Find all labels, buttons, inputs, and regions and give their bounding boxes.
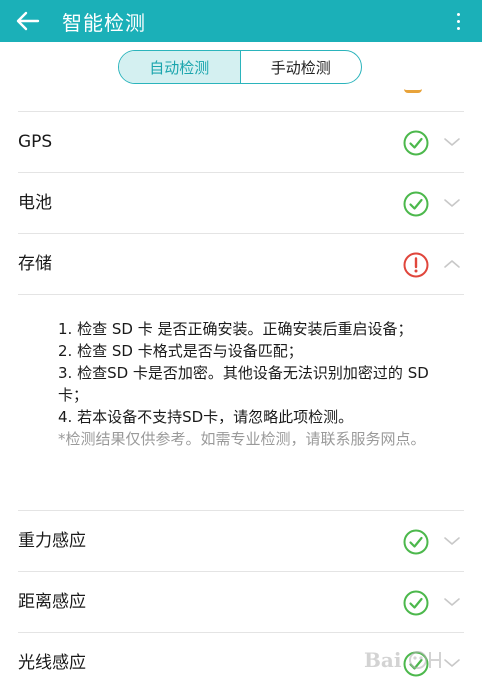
back-arrow-icon <box>16 11 40 31</box>
item-label: 光线感应 <box>18 653 86 673</box>
svg-text:Bai: Bai <box>364 648 402 672</box>
check-circle-icon <box>403 130 429 156</box>
watermark-logo: Bai <box>364 648 441 672</box>
detection-mode-tabs: 自动检测 手动检测 <box>118 50 362 84</box>
storage-detail-panel: 1. 检查 SD 卡 是否正确安装。正确安装后重启设备； 2. 检查 SD 卡格… <box>58 318 460 450</box>
detail-line: 2. 检查 SD 卡格式是否与设备匹配； <box>58 342 303 360</box>
more-options-button[interactable] <box>448 6 468 36</box>
item-label: 重力感应 <box>18 531 86 551</box>
item-label: 电池 <box>18 193 52 213</box>
chevron-up-icon[interactable] <box>443 258 461 270</box>
smart-detection-screen: 智能检测 自动检测 手动检测 GPS 电池 存储 1. 检查 SD 卡 是否正确… <box>0 0 482 692</box>
check-circle-icon <box>403 590 429 616</box>
list-item-proximity-sensor[interactable]: 距离感应 <box>0 572 482 632</box>
item-label: GPS <box>18 132 53 152</box>
item-label: 距离感应 <box>18 592 86 612</box>
back-button[interactable] <box>8 0 48 42</box>
warning-circle-icon <box>403 252 429 278</box>
check-circle-icon <box>403 529 429 555</box>
more-dot-icon <box>456 26 460 30</box>
detail-note: *检测结果仅供参考。如需专业检测，请联系服务网点。 <box>58 430 426 448</box>
partially-hidden-status-icon <box>404 89 422 93</box>
detail-line: 4. 若本设备不支持SD卡，请忽略此项检测。 <box>58 408 354 426</box>
item-label: 存储 <box>18 254 52 274</box>
tab-auto-detect[interactable]: 自动检测 <box>119 51 241 83</box>
detail-line: 3. 检查SD 卡是否加密。其他设备无法识别加密过的 SD 卡； <box>58 364 429 404</box>
page-title: 智能检测 <box>62 10 146 35</box>
list-item-gravity-sensor[interactable]: 重力感应 <box>0 511 482 571</box>
more-dot-icon <box>456 12 460 16</box>
check-circle-icon <box>403 191 429 217</box>
chevron-down-icon[interactable] <box>443 535 461 547</box>
chevron-down-icon[interactable] <box>443 596 461 608</box>
list-item-gps[interactable]: GPS <box>0 112 482 172</box>
chevron-down-icon[interactable] <box>443 136 461 148</box>
list-item-storage[interactable]: 存储 <box>0 234 482 294</box>
divider <box>18 294 464 295</box>
tab-manual-detect[interactable]: 手动检测 <box>241 51 362 83</box>
list-item-battery[interactable]: 电池 <box>0 173 482 233</box>
app-bar: 智能检测 <box>0 0 482 42</box>
chevron-down-icon[interactable] <box>443 197 461 209</box>
more-dot-icon <box>456 19 460 23</box>
detail-line: 1. 检查 SD 卡 是否正确安装。正确安装后重启设备； <box>58 320 413 338</box>
